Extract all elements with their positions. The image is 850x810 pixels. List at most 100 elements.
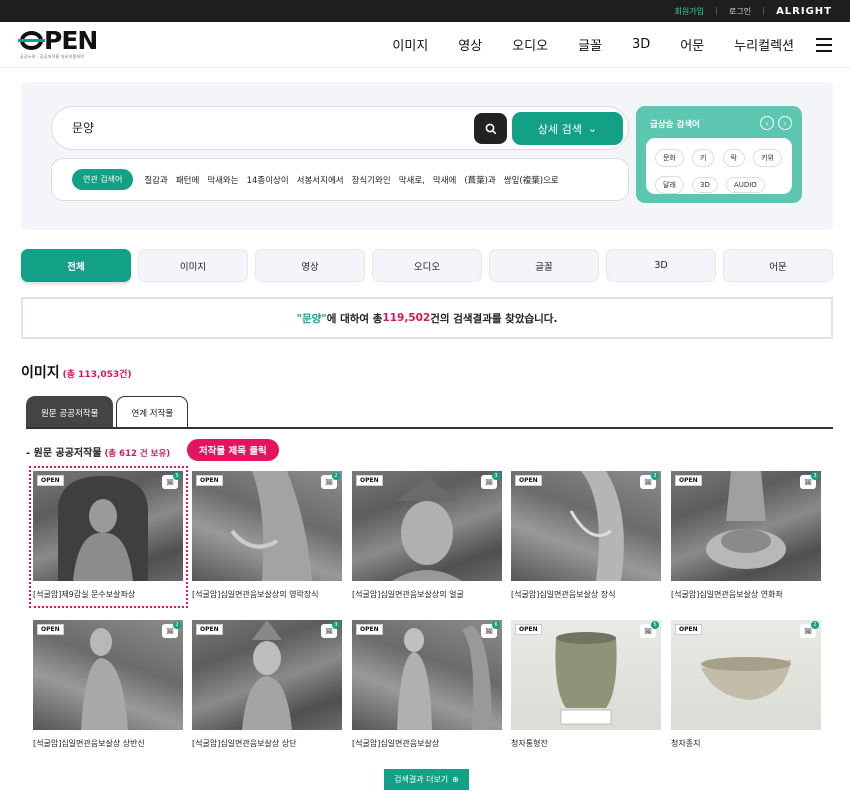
item-title[interactable]: [석굴암]십일면관음보살상 연화좌	[671, 589, 821, 600]
open-label: OPEN	[356, 624, 383, 635]
related-keyword[interactable]: 막새에	[433, 174, 456, 186]
thumbnail[interactable]: OPEN 🖼 5	[33, 471, 183, 581]
chevron-down-icon: ⌄	[587, 122, 598, 135]
item-title[interactable]: [석굴암]십일면관음보살상	[352, 738, 502, 749]
item-title[interactable]: [석굴암]십일면관음보살상의 영락장식	[192, 589, 342, 600]
tab-3d[interactable]: 3D	[606, 249, 716, 282]
related-keyword[interactable]: (葺葉)과	[464, 174, 495, 186]
nav-item-collection[interactable]: 누리컬렉션	[734, 35, 794, 54]
item-title[interactable]: [석굴암]십일면관음보살상 상반신	[33, 738, 183, 749]
open-label: OPEN	[37, 475, 64, 486]
result-card[interactable]: OPEN 🖼 2 [석굴암]십일면관음보살상 상반신	[33, 620, 183, 749]
rising-keyword[interactable]: 문화	[655, 149, 684, 167]
item-title[interactable]: [석굴암]십일면관음보살상의 얼굴	[352, 589, 502, 600]
related-keyword[interactable]: 질감과	[144, 174, 167, 186]
image-count-icon: 🖼 2	[321, 472, 340, 489]
result-card[interactable]: OPEN 🖼 3 [석굴암]십일면관음보살상 장식	[511, 471, 661, 600]
related-keywords-label: 연관 검색어	[72, 169, 134, 190]
tab-all[interactable]: 전체	[21, 249, 131, 282]
image-count: 5	[651, 621, 659, 629]
image-count: 3	[811, 472, 819, 480]
alright-logo[interactable]: ALRIGHT	[776, 6, 832, 17]
advanced-search-label: 상세 검색	[537, 122, 582, 136]
group-count: (총 612 건 보유)	[104, 449, 171, 459]
result-card[interactable]: OPEN 🖼 3 [석굴암]십일면관음보살상 상단	[192, 620, 342, 749]
subtab-original[interactable]: 원문 공공저작물	[26, 396, 114, 428]
thumbnail[interactable]: OPEN 🖼 3	[671, 471, 821, 581]
nav-item-image[interactable]: 이미지	[392, 35, 428, 54]
thumbnail[interactable]: OPEN 🖼 3	[511, 471, 661, 581]
image-count-icon: 🖼 6	[481, 621, 500, 638]
top-utility-bar: 회원가입 로그인 ALRIGHT	[0, 0, 850, 22]
tab-video[interactable]: 영상	[255, 249, 365, 282]
tab-font[interactable]: 글꼴	[489, 249, 599, 282]
thumbnail[interactable]: OPEN 🖼 2	[192, 471, 342, 581]
item-title[interactable]: 청자종지	[671, 738, 821, 749]
thumbnail[interactable]: OPEN 🖼 3	[192, 620, 342, 730]
rising-keyword[interactable]: 락	[722, 149, 745, 167]
tab-audio[interactable]: 오디오	[372, 249, 482, 282]
result-card[interactable]: OPEN 🖼 5 [석굴암]제9감실 문수보살좌상	[29, 466, 188, 608]
thumbnail[interactable]: OPEN 🖼 5	[511, 620, 661, 730]
result-card[interactable]: OPEN 🖼 2 청자종지	[671, 620, 821, 749]
result-card[interactable]: OPEN 🖼 6 [석굴암]십일면관음보살상	[352, 620, 502, 749]
nav-item-language[interactable]: 어문	[680, 35, 704, 54]
result-text-pre: 에 대하여 총	[326, 312, 383, 325]
nav-item-3d[interactable]: 3D	[632, 37, 650, 52]
main-nav: 이미지 영상 오디오 글꼴 3D 어문 누리컬렉션	[362, 35, 832, 54]
thumbnail[interactable]: OPEN 🖼 3	[352, 471, 502, 581]
open-label: OPEN	[196, 475, 223, 486]
rising-keyword[interactable]: AUDIO	[725, 177, 765, 193]
nav-item-font[interactable]: 글꼴	[578, 35, 602, 54]
result-card[interactable]: OPEN 🖼 3 [석굴암]십일면관음보살상의 얼굴	[352, 471, 502, 600]
item-title[interactable]: [석굴암]십일면관음보살상 장식	[511, 589, 661, 600]
rising-keyword[interactable]: 달래	[655, 176, 684, 194]
item-title[interactable]: [석굴암]십일면관음보살상 상단	[192, 738, 342, 749]
related-keyword[interactable]: 패턴에	[176, 174, 199, 186]
signup-link[interactable]: 회원가입	[675, 6, 704, 17]
advanced-search-button[interactable]: 상세 검색 ⌄	[512, 112, 623, 145]
related-keyword[interactable]: 14종이상이	[247, 174, 289, 186]
related-keyword[interactable]: 장식기와인	[352, 174, 391, 186]
nav-item-audio[interactable]: 오디오	[512, 35, 548, 54]
thumbnail[interactable]: OPEN 🖼 6	[352, 620, 502, 730]
image-count-icon: 🖼 3	[640, 472, 659, 489]
rising-keyword[interactable]: 키	[691, 149, 715, 167]
related-keyword[interactable]: 쌍잎(複葉)으로	[504, 174, 559, 186]
load-more-button[interactable]: 검색결과 더보기 ⊕	[384, 769, 469, 790]
thumbnail[interactable]: OPEN 🖼 2	[671, 620, 821, 730]
image-count-icon: 🖼 5	[162, 472, 181, 489]
result-card[interactable]: OPEN 🖼 3 [석굴암]십일면관음보살상 연화좌	[671, 471, 821, 600]
open-label: OPEN	[515, 624, 542, 635]
search-button[interactable]	[474, 113, 507, 144]
login-link[interactable]: 로그인	[729, 6, 751, 17]
tab-language[interactable]: 어문	[723, 249, 833, 282]
image-count: 3	[651, 472, 659, 480]
related-keyword[interactable]: 서봉서지에서	[297, 174, 344, 186]
rising-keyword[interactable]: 키위	[753, 149, 782, 167]
statue-illustration	[81, 628, 128, 730]
statue-illustration	[392, 476, 462, 581]
section-title-text: 이미지	[21, 365, 60, 381]
result-keyword: "문양"	[296, 312, 327, 325]
result-card[interactable]: OPEN 🖼 2 [석굴암]십일면관음보살상의 영락장식	[192, 471, 342, 600]
related-keyword[interactable]: 막새와는	[207, 174, 238, 186]
search-input[interactable]	[72, 120, 452, 134]
tab-image[interactable]: 이미지	[138, 249, 248, 282]
related-keyword[interactable]: 막새로,	[399, 174, 425, 186]
item-title[interactable]: 청자통형잔	[511, 738, 661, 749]
statue-illustration	[569, 471, 624, 581]
nav-item-video[interactable]: 영상	[458, 35, 482, 54]
chevron-right-icon[interactable]: ›	[778, 116, 792, 130]
chevron-left-icon[interactable]: ‹	[760, 116, 774, 130]
open-logo[interactable]: PEN 공공누리 · 공공저작물 자유이용허락	[18, 28, 98, 60]
open-label: OPEN	[675, 624, 702, 635]
group-title: - 원문 공공저작물 (총 612 건 보유)	[26, 444, 170, 459]
rising-keyword[interactable]: 3D	[691, 177, 718, 193]
subtab-linked[interactable]: 연계 저작물	[116, 396, 189, 428]
image-count-icon: 🖼 5	[640, 621, 659, 638]
menu-icon[interactable]	[816, 37, 832, 52]
result-card[interactable]: OPEN 🖼 5 청자통형잔	[511, 620, 661, 749]
thumbnail[interactable]: OPEN 🖼 2	[33, 620, 183, 730]
click-title-badge: 저작물 제목 클릭	[187, 439, 279, 461]
